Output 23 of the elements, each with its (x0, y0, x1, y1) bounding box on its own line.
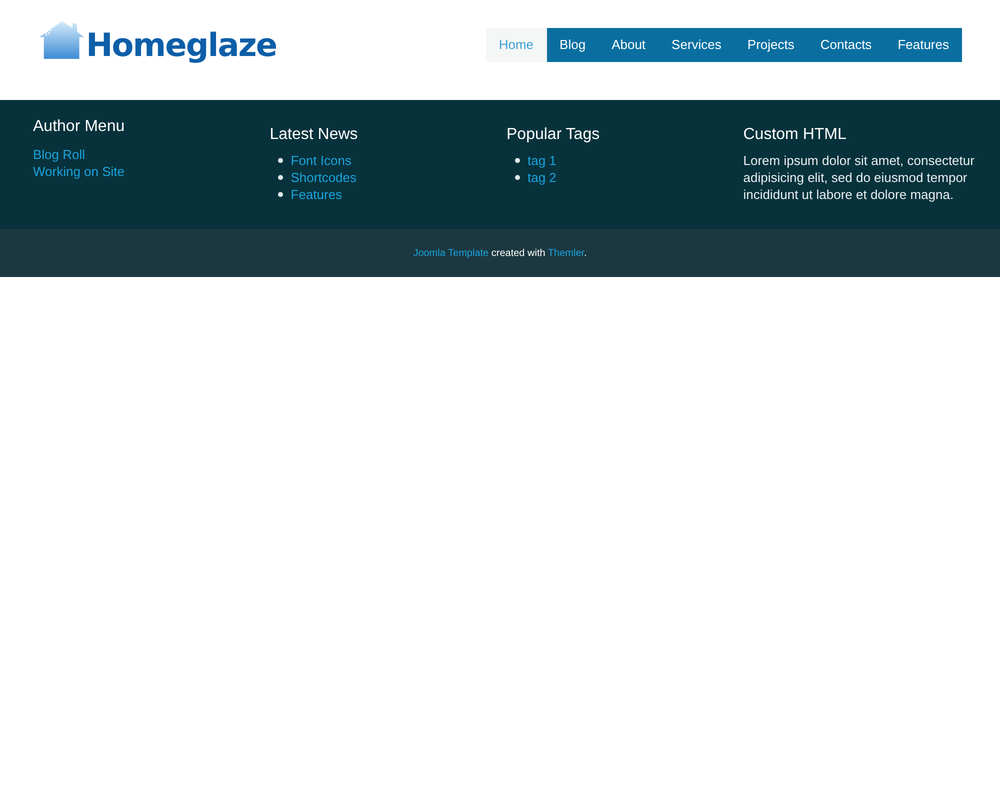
column-heading: Latest News (270, 126, 359, 144)
list-link[interactable]: Font Icons (290, 152, 352, 169)
paragraph: Lorem ipsum dolor sit amet, consectetur adipisicing elit, sed do eiusmod tempor incididunt ut labore et dolore magna. (743, 152, 976, 203)
bullet-icon (278, 158, 283, 163)
list-link[interactable]: tag 2 (528, 169, 556, 186)
credit-text: Joomla Template created with Themler. (413, 248, 587, 258)
bullet-icon (278, 192, 283, 197)
column-heading: Custom HTML (743, 126, 848, 144)
bullet-icon (514, 158, 520, 163)
nav-tab[interactable]: Home (486, 28, 547, 62)
column-heading: Popular Tags (506, 126, 601, 144)
menu-link[interactable]: Working on Site (33, 163, 125, 180)
house-icon (38, 20, 84, 60)
logo-text[interactable]: Homeglaze (86, 26, 277, 64)
credit-link[interactable]: Themler (548, 248, 584, 258)
list-link[interactable]: tag 1 (528, 152, 556, 169)
bullet-icon (278, 175, 283, 180)
bullet-icon (514, 175, 520, 180)
list-link[interactable]: Features (290, 186, 342, 203)
menu-link[interactable]: Blog Roll (33, 146, 86, 163)
column-heading: Author Menu (33, 118, 126, 136)
list-link[interactable]: Shortcodes (290, 169, 357, 186)
credit-link[interactable]: Joomla Template (413, 248, 489, 258)
